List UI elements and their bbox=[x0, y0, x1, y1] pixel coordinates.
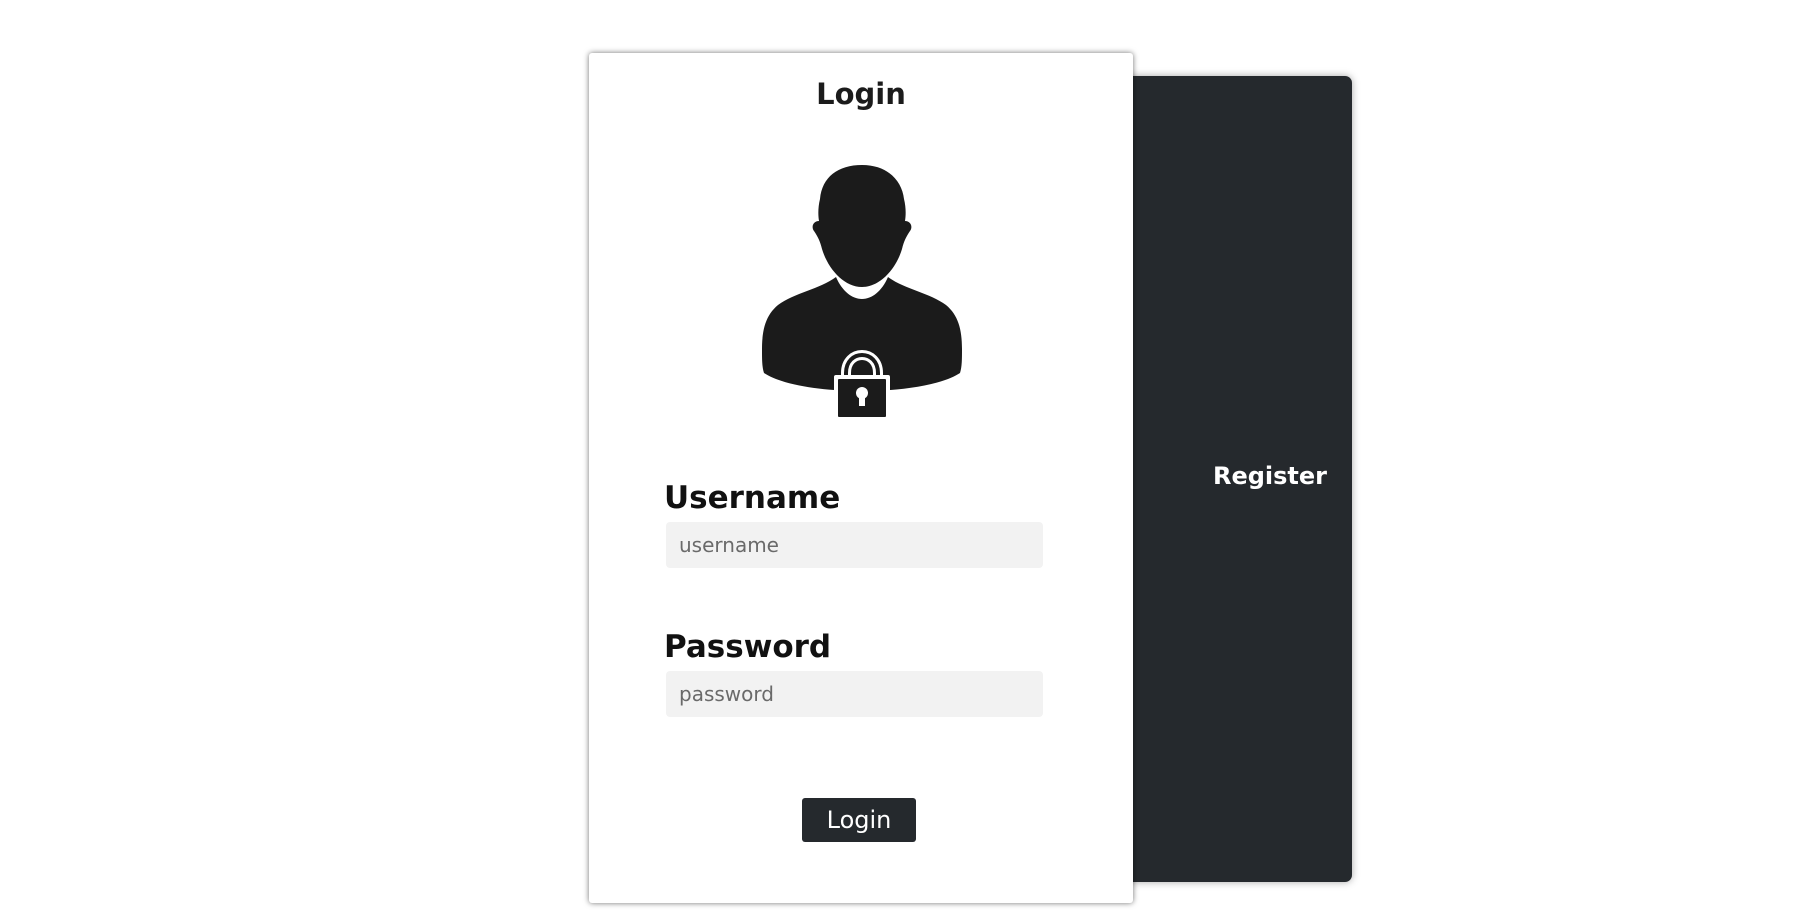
login-title: Login bbox=[816, 77, 906, 111]
user-head bbox=[812, 165, 912, 287]
username-input[interactable] bbox=[666, 522, 1043, 568]
username-label: Username bbox=[664, 480, 841, 516]
user-body bbox=[762, 277, 962, 391]
auth-page: Register Login Username Password Login bbox=[0, 0, 1812, 918]
user-lock-icon bbox=[762, 165, 962, 421]
login-card: Login Username Password Login bbox=[589, 53, 1133, 903]
password-label: Password bbox=[664, 629, 832, 665]
keyhole-slot bbox=[859, 395, 865, 406]
login-button[interactable]: Login bbox=[802, 798, 916, 842]
password-input[interactable] bbox=[666, 671, 1043, 717]
register-label[interactable]: Register bbox=[1188, 462, 1352, 490]
register-panel[interactable]: Register bbox=[1100, 76, 1352, 882]
